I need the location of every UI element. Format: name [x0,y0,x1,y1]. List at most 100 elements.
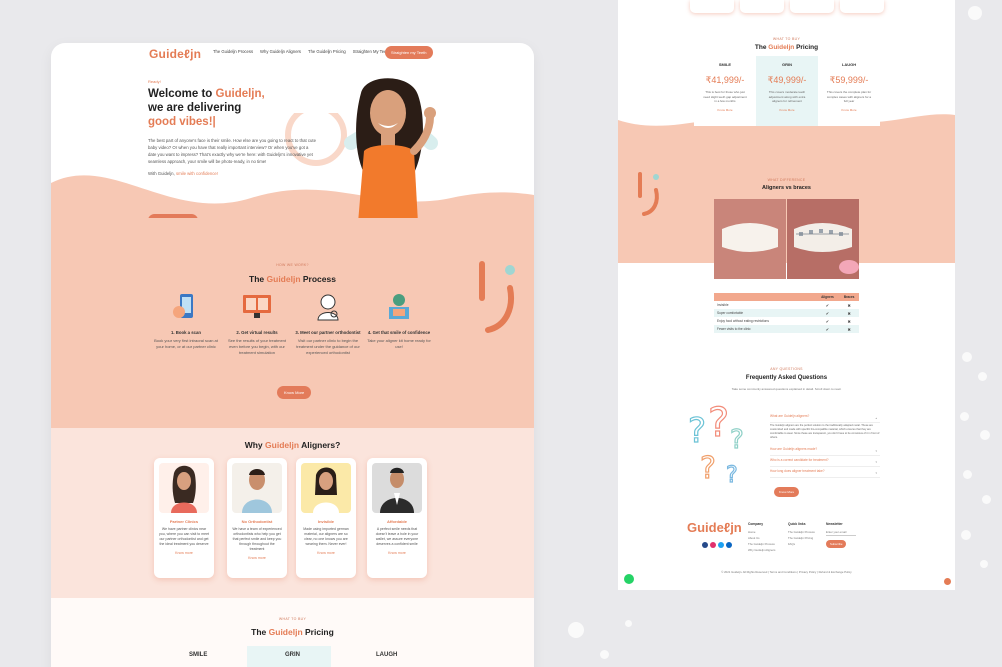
why-card: No Orthodontist We have a team of experi… [227,458,287,578]
plan-more-link[interactable]: Know More [756,108,818,112]
linkedin-icon[interactable] [726,542,732,548]
footer-col-heading: Company [748,522,764,526]
faq-question: How long does aligner treatment take? [770,469,825,473]
pricing-label: WHAT TO BUY [278,617,307,621]
nav-link[interactable]: The Guideljn Pricing [308,49,346,54]
step-text: Visit our partner clinic to begin the tr… [296,338,360,355]
why-card-image [232,463,282,513]
scroll-to-top-icon[interactable] [944,578,951,585]
process-label: HOW WE WORK? [276,263,309,267]
whatsapp-icon[interactable] [624,574,634,584]
decor-dot [600,650,609,659]
faq-item[interactable]: Who is a correct candidate for treatment… [770,458,880,467]
step-text: Book your very first intraoral scan at y… [154,338,218,349]
footer-link[interactable]: The Guideljn Pricing [788,536,813,540]
desktop-page-preview: Guideℓjn The Guideljn Process Why Guidel… [51,43,534,667]
top-nav: Guideℓjn The Guideljn Process Why Guidel… [51,43,534,63]
why-title: Why Guideljn Aligners? [51,440,534,450]
faq-know-more-button[interactable]: Know More [774,487,800,497]
pricing-title-brand: Guideljn [768,44,795,51]
pricing-title-pre: The [251,627,269,637]
question-marks-illustration: ? ? ? ? ? [687,402,744,487]
faq-question: Who is a correct candidate for treatment… [770,458,829,462]
hero-tagline: With Guideljn, smile with confidence! [148,171,318,176]
why-card-more-link[interactable]: Know more [227,556,287,560]
table-row: Fewer visits to the clinic ✔ ✖ [714,325,859,333]
table-row: Invisible ✔ ✖ [714,301,859,309]
process-step: 1. Book a scan Book your very first intr… [153,292,219,350]
faq-question: What are Guideljn aligners? [770,414,810,418]
process-know-more-button[interactable]: Know More [277,386,312,399]
footer-col-heading: Quick links [788,522,806,526]
footer-logo[interactable]: Guideℓjn [687,520,742,535]
mobile-page-preview: WHAT TO BUY The Guideljn Pricing SMILE ₹… [618,0,955,590]
nav-link[interactable]: The Guideljn Process [213,49,253,54]
footer-link[interactable]: The Guideljn Process [788,530,815,534]
decor-dot [625,620,632,627]
smiling-man-photo [242,469,272,513]
table-header: Braces [839,293,859,301]
faq-subtitle: Take some commonly answered questions ex… [731,387,842,391]
why-card-title: Invisible [317,519,334,524]
newsletter-email-input[interactable]: Enter your email [826,530,856,536]
decor-dot [980,430,990,440]
why-card-more-link[interactable]: Know more [296,551,356,555]
why-card: Partner Clinics We have partner clinics … [154,458,214,578]
faq-answer: The Guideljn aligners are the perfect so… [770,424,880,439]
step-text: See the results of your treatment even b… [227,338,287,355]
plan-name: GRIN [782,62,792,67]
footer-link[interactable]: About Us [748,536,760,540]
smiling-woman-photo [313,467,339,513]
why-card-image [159,463,209,513]
facebook-icon[interactable] [702,542,708,548]
why-section [51,428,534,598]
plan-more-link[interactable]: Know More [694,108,756,112]
step-title: 1. Book a scan [170,330,202,335]
price-card: LAUGH ₹59,999/- This covers the complete… [818,56,880,126]
footer-link[interactable]: Why Guideljn Aligners [748,548,775,552]
faq-item[interactable]: How long does aligner treatment take? ▾ [770,469,880,478]
plan-price: ₹41,999/- [705,75,745,85]
step-title: 4. Get that smile of confidence [367,330,431,335]
card-stub [690,0,734,13]
svg-text:?: ? [730,425,744,455]
hero-line2: we are delivering [148,102,242,114]
svg-text:?: ? [708,402,729,446]
decor-dot [978,372,987,381]
instagram-icon[interactable] [710,542,716,548]
nav-cta-button[interactable]: Straighten my Teeth [385,46,433,59]
process-title-post: Process [300,274,336,284]
why-card-title: No Orthodontist [241,519,273,524]
chevron-down-icon: ▾ [875,460,877,464]
plan-price: ₹49,999/- [767,75,807,85]
cross-icon: ✖ [847,318,851,324]
hero-copy: Ready! Welcome to Guideljn, we are deliv… [148,79,318,176]
chevron-down-icon: ▾ [875,449,877,453]
plan-more-link[interactable]: Know More [818,108,880,112]
card-stub [790,0,834,13]
cross-icon: ✖ [839,309,859,317]
copyright: © 2021 Guideljn. All Rights Reserved | T… [721,570,852,574]
plan-name: LAUGH [376,652,398,658]
plan-name: SMILE [189,652,208,658]
plan-desc: This is best for those who just need sli… [703,90,747,103]
table-header: Aligners [815,293,840,301]
twitter-icon[interactable] [718,542,724,548]
subscribe-button[interactable]: Subscribe [826,540,847,548]
logo[interactable]: Guideℓjn [149,47,201,61]
plan-price: ₹59,999/- [829,75,869,85]
nav-link[interactable]: Why Guideljn Aligners [260,49,301,54]
plan-desc: This covers moderate teeth adjustment al… [768,90,806,103]
footer-link[interactable]: The Guideljn Process [748,542,775,546]
decor-dot [982,495,991,504]
faq-item[interactable]: What are Guideljn aligners? ▴ [770,414,880,423]
faq-item[interactable]: How are Guideljn aligners made? ▾ [770,447,880,456]
footer-link[interactable]: FAQs [788,542,795,546]
why-card-more-link[interactable]: Know more [367,551,427,555]
why-card-more-link[interactable]: Know more [154,551,214,555]
card-stub [840,0,884,13]
footer-link[interactable]: Home [748,530,755,534]
pricing-title-post: Pricing [794,44,819,51]
footer-col-heading: Newsletter [826,522,843,526]
process-wave-top [51,219,534,241]
